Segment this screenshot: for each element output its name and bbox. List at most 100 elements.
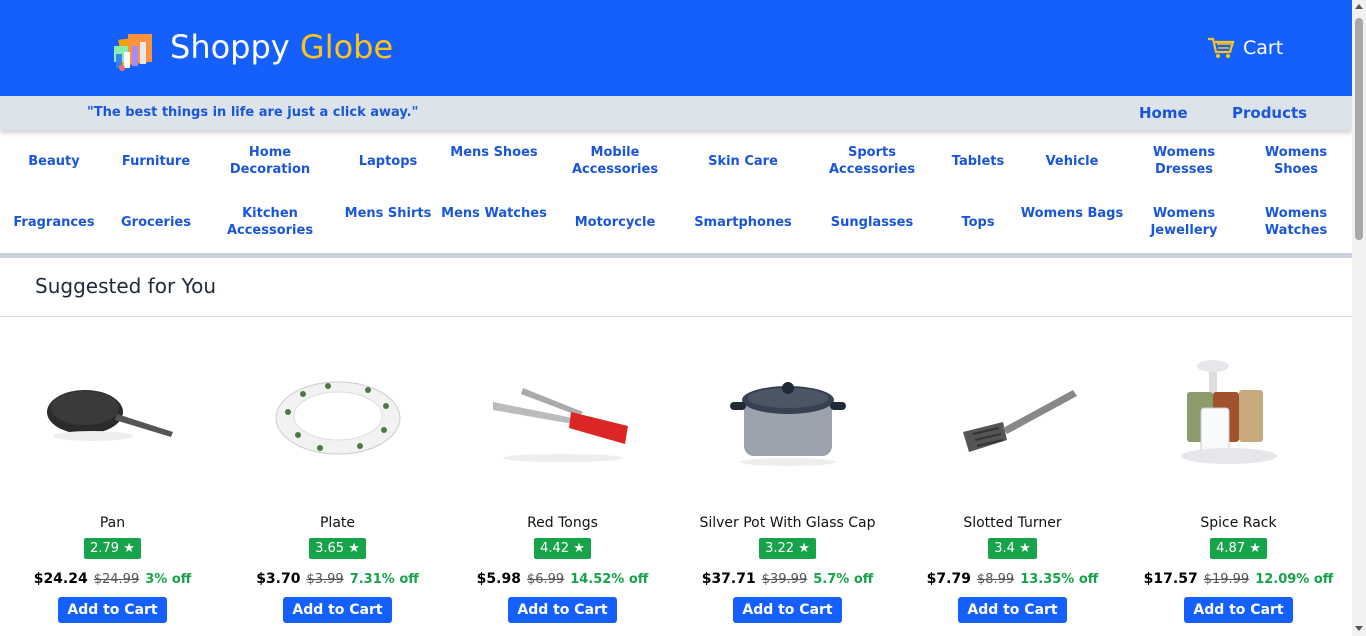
category-link[interactable]: Mens Shoes bbox=[439, 144, 549, 161]
shoppy-globe-logo[interactable] bbox=[110, 24, 160, 74]
brand-name[interactable]: Shoppy Globe bbox=[170, 28, 393, 66]
product-card[interactable]: Pan 2.79 ★ $24.24 $24.99 3% off Add to Cart bbox=[0, 340, 225, 623]
category-link[interactable]: Fragrances bbox=[0, 214, 109, 231]
product-card[interactable]: Plate 3.65 ★ $3.70 $3.99 7.31% off Add to Car… bbox=[225, 340, 450, 623]
original-price: $39.99 bbox=[761, 572, 808, 587]
rating-value: 4.87 bbox=[1216, 541, 1246, 556]
discount: 3% off bbox=[145, 572, 192, 587]
brand-accent: Globe bbox=[299, 28, 394, 66]
rating-value: 3.22 bbox=[765, 541, 795, 556]
cart-label: Cart bbox=[1243, 37, 1284, 59]
category-link[interactable]: Womens Watches bbox=[1241, 205, 1351, 239]
rating-badge: 3.22 ★ bbox=[759, 538, 816, 559]
category-link[interactable]: Motorcycle bbox=[560, 214, 670, 231]
price: $17.57 bbox=[1143, 571, 1198, 587]
category-link[interactable]: Womens Bags bbox=[1017, 205, 1127, 222]
category-link[interactable]: Mens Watches bbox=[439, 205, 549, 222]
product-card[interactable]: Spice Rack 4.87 ★ $17.57 $19.99 12.09% off Ad… bbox=[1126, 340, 1351, 623]
price-row: $5.98 $6.99 14.52% off bbox=[450, 571, 675, 587]
category-link[interactable]: Womens Jewellery bbox=[1129, 205, 1239, 239]
price-row: $24.24 $24.99 3% off bbox=[0, 571, 225, 587]
add-to-cart-button[interactable]: Add to Cart bbox=[733, 597, 842, 623]
category-link[interactable]: Sunglasses bbox=[817, 214, 927, 231]
star-icon: ★ bbox=[798, 541, 810, 556]
rating-value: 3.65 bbox=[315, 541, 345, 556]
nav-products[interactable]: Products bbox=[1232, 104, 1307, 122]
discount: 12.09% off bbox=[1255, 572, 1334, 587]
price-row: $17.57 $19.99 12.09% off bbox=[1126, 571, 1351, 587]
star-icon: ★ bbox=[1249, 541, 1261, 556]
discount: 14.52% off bbox=[570, 572, 649, 587]
price-row: $3.70 $3.99 7.31% off bbox=[225, 571, 450, 587]
rating-value: 2.79 bbox=[90, 541, 120, 556]
scroll-down-icon[interactable] bbox=[1355, 626, 1363, 631]
discount: 13.35% off bbox=[1020, 572, 1099, 587]
cart-icon bbox=[1208, 37, 1235, 58]
category-link[interactable]: Groceries bbox=[101, 214, 211, 231]
category-link[interactable]: Womens Dresses bbox=[1129, 144, 1239, 178]
category-link[interactable]: Laptops bbox=[333, 153, 443, 170]
price: $3.70 bbox=[256, 571, 301, 587]
sub-navbar: "The best things in life are just a clic… bbox=[0, 96, 1352, 130]
category-link[interactable]: Kitchen Accessories bbox=[215, 205, 325, 239]
category-link[interactable]: Skin Care bbox=[688, 153, 798, 170]
category-link[interactable]: Sports Accessories bbox=[817, 144, 927, 178]
nav-home[interactable]: Home bbox=[1139, 104, 1188, 122]
product-name[interactable]: Slotted Turner bbox=[900, 512, 1125, 534]
category-link[interactable]: Smartphones bbox=[688, 214, 798, 231]
rating-badge: 3.65 ★ bbox=[309, 538, 366, 559]
add-to-cart-button[interactable]: Add to Cart bbox=[58, 597, 167, 623]
cart-button[interactable]: Cart bbox=[1207, 36, 1283, 60]
scrollbar-thumb[interactable] bbox=[1355, 18, 1363, 240]
rating-value: 3.4 bbox=[994, 541, 1015, 556]
rating-badge: 3.4 ★ bbox=[988, 538, 1037, 559]
price-row: $7.79 $8.99 13.35% off bbox=[900, 571, 1125, 587]
scroll-up-icon[interactable] bbox=[1355, 4, 1363, 9]
category-link[interactable]: Vehicle bbox=[1017, 153, 1127, 170]
add-to-cart-button[interactable]: Add to Cart bbox=[958, 597, 1067, 623]
product-card[interactable]: Silver Pot With Glass Cap 3.22 ★ $37.71 $39… bbox=[675, 340, 900, 623]
original-price: $8.99 bbox=[976, 572, 1015, 587]
category-link[interactable]: Womens Shoes bbox=[1241, 144, 1351, 178]
tagline: "The best things in life are just a clic… bbox=[87, 105, 419, 120]
category-divider bbox=[0, 253, 1352, 258]
product-card[interactable]: Slotted Turner 3.4 ★ $7.79 $8.99 13.35% off A… bbox=[900, 340, 1125, 623]
rating-badge: 4.42 ★ bbox=[534, 538, 591, 559]
section-title: Suggested for You bbox=[35, 274, 217, 298]
price: $24.24 bbox=[33, 571, 88, 587]
top-header: Shoppy Globe Cart bbox=[0, 0, 1352, 96]
add-to-cart-button[interactable]: Add to Cart bbox=[508, 597, 617, 623]
price: $37.71 bbox=[701, 571, 756, 587]
product-name[interactable]: Pan bbox=[0, 512, 225, 534]
price: $7.79 bbox=[926, 571, 971, 587]
category-link[interactable]: Furniture bbox=[101, 153, 211, 170]
product-card[interactable]: Red Tongs 4.42 ★ $5.98 $6.99 14.52% off Add t… bbox=[450, 340, 675, 623]
brand-main: Shoppy bbox=[170, 28, 300, 66]
add-to-cart-button[interactable]: Add to Cart bbox=[283, 597, 392, 623]
star-icon: ★ bbox=[123, 541, 135, 556]
price-row: $37.71 $39.99 5.7% off bbox=[675, 571, 900, 587]
star-icon: ★ bbox=[1019, 541, 1031, 556]
original-price: $3.99 bbox=[306, 572, 344, 587]
product-name[interactable]: Plate bbox=[225, 512, 450, 534]
star-icon: ★ bbox=[348, 541, 360, 556]
price: $5.98 bbox=[476, 571, 521, 587]
star-icon: ★ bbox=[573, 541, 585, 556]
category-link[interactable]: Beauty bbox=[0, 153, 109, 170]
turner-image[interactable] bbox=[933, 340, 1093, 490]
tongs-image[interactable] bbox=[483, 340, 643, 490]
discount: 7.31% off bbox=[349, 572, 419, 587]
category-link[interactable]: Mobile Accessories bbox=[560, 144, 670, 178]
category-link[interactable]: Home Decoration bbox=[215, 144, 325, 178]
original-price: $6.99 bbox=[526, 572, 565, 587]
plate-image[interactable] bbox=[258, 340, 418, 490]
add-to-cart-button[interactable]: Add to Cart bbox=[1184, 597, 1293, 623]
product-name[interactable]: Spice Rack bbox=[1126, 512, 1351, 534]
pot-image[interactable] bbox=[708, 340, 868, 490]
pan-image[interactable] bbox=[33, 340, 193, 490]
spice-rack-image[interactable] bbox=[1159, 340, 1319, 490]
category-link[interactable]: Mens Shirts bbox=[333, 205, 443, 222]
product-name[interactable]: Red Tongs bbox=[450, 512, 675, 534]
product-name[interactable]: Silver Pot With Glass Cap bbox=[675, 512, 900, 534]
rating-badge: 2.79 ★ bbox=[84, 538, 141, 559]
